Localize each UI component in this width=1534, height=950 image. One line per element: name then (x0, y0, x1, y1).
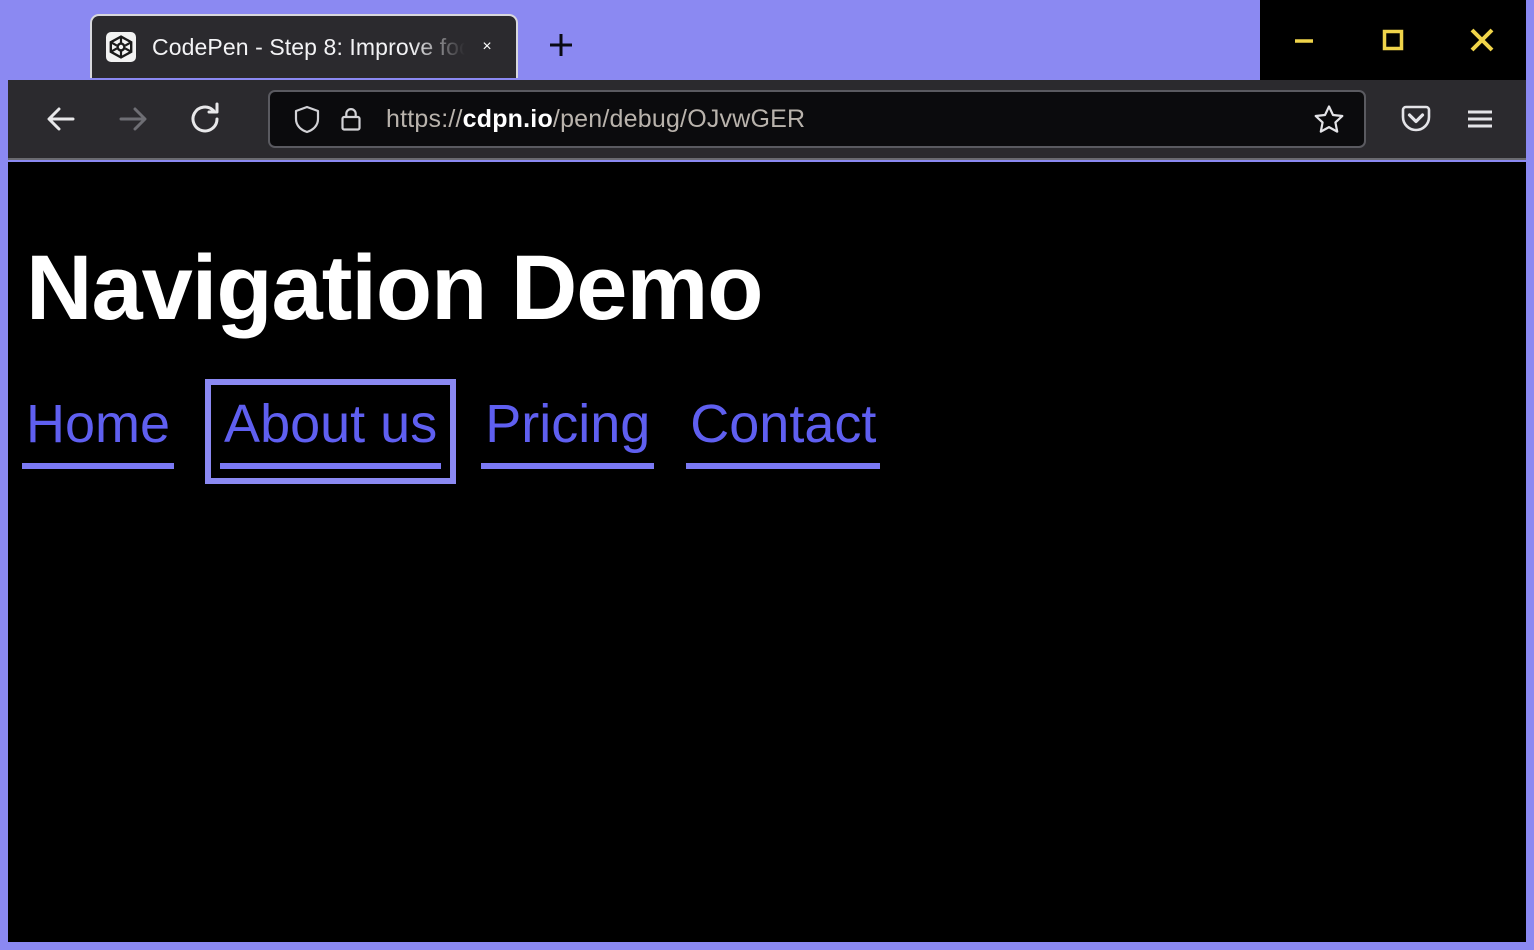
browser-toolbar: https://cdpn.io/pen/debug/OJvwGER (8, 80, 1526, 160)
url-host: cdpn.io (463, 105, 553, 133)
reload-button[interactable] (170, 84, 240, 154)
back-button[interactable] (26, 84, 96, 154)
site-navigation: Home About us Pricing Contact (8, 334, 1526, 469)
page-content: Navigation Demo Home About us Pricing Co… (8, 162, 1526, 942)
codepen-logo-icon (106, 32, 136, 62)
padlock-icon[interactable] (334, 102, 368, 136)
nav-link-home[interactable]: Home (22, 394, 174, 469)
close-icon[interactable]: × (470, 30, 504, 64)
tracking-shield-icon[interactable] (290, 102, 324, 136)
new-tab-button[interactable] (530, 14, 592, 76)
nav-link-pricing[interactable]: Pricing (481, 394, 654, 469)
address-bar[interactable]: https://cdpn.io/pen/debug/OJvwGER (268, 90, 1366, 148)
pocket-icon[interactable] (1384, 84, 1448, 154)
url-text[interactable]: https://cdpn.io/pen/debug/OJvwGER (386, 105, 1308, 134)
toolbar-right-actions (1384, 84, 1526, 154)
close-button[interactable] (1443, 0, 1521, 80)
tab-strip: CodePen - Step 8: Improve focu × (0, 0, 1534, 80)
hamburger-menu-icon[interactable] (1448, 84, 1512, 154)
browser-tab-active[interactable]: CodePen - Step 8: Improve focu × (90, 14, 518, 78)
url-path: /pen/debug/OJvwGER (553, 105, 805, 133)
minimize-button[interactable] (1265, 0, 1343, 80)
tab-list: CodePen - Step 8: Improve focu × (0, 0, 592, 80)
bookmark-star-icon[interactable] (1308, 98, 1350, 140)
forward-button (98, 84, 168, 154)
browser-window: CodePen - Step 8: Improve focu × (0, 0, 1534, 950)
maximize-button[interactable] (1354, 0, 1432, 80)
tab-title: CodePen - Step 8: Improve focu (152, 34, 468, 61)
page-title: Navigation Demo (8, 162, 1526, 334)
window-controls (1260, 0, 1526, 80)
nav-link-about-us[interactable]: About us (220, 394, 441, 469)
url-scheme: https:// (386, 105, 463, 133)
nav-link-contact[interactable]: Contact (686, 394, 880, 469)
